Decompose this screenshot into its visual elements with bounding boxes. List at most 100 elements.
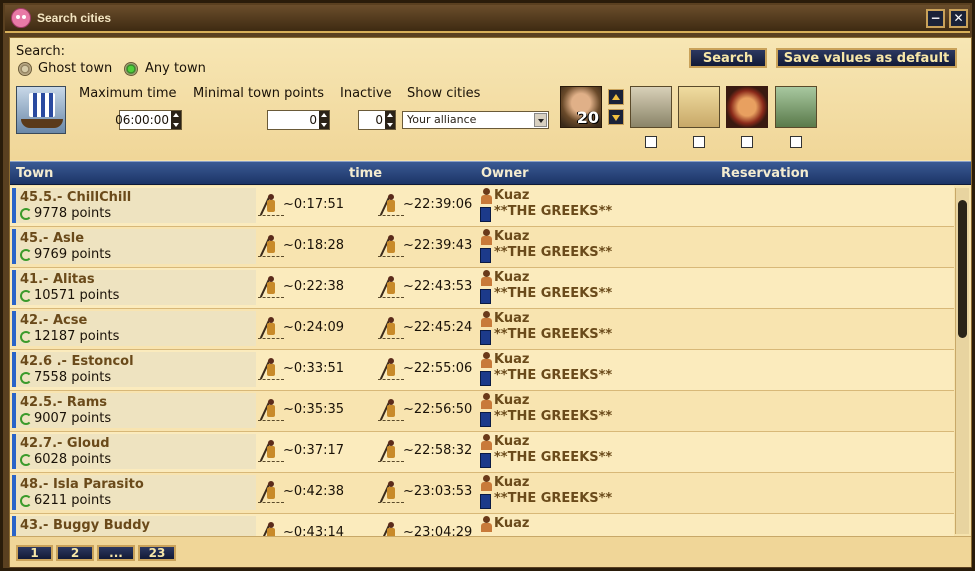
minimize-button[interactable]: − xyxy=(926,9,945,28)
search-cities-window: Search cities − ✕ Search: Ghost town Any… xyxy=(0,0,975,571)
town-cell[interactable]: 41.- Alitas 10571 points xyxy=(12,270,256,305)
col-reservation[interactable]: Reservation xyxy=(721,166,809,181)
slinger-unit-icon xyxy=(258,481,284,503)
search-button[interactable]: Search xyxy=(689,48,767,68)
show-cities-label: Show cities xyxy=(407,86,481,101)
town-name-link[interactable]: 43.- Buggy Buddy xyxy=(20,518,150,533)
max-time-stepper[interactable] xyxy=(171,111,181,129)
town-name-link[interactable]: 42.- Acse xyxy=(20,313,87,328)
town-name-link[interactable]: 48.- Isla Parasito xyxy=(20,477,144,492)
table-row[interactable]: 42.- Acse 12187 points ~0:24:09 ~22:45:24 Ku… xyxy=(10,309,954,350)
scroll-thumb[interactable] xyxy=(958,200,967,338)
waterfall-filter-checkbox[interactable] xyxy=(645,136,657,148)
waterfall-filter-icon[interactable] xyxy=(630,86,672,128)
min-points-stepper[interactable] xyxy=(319,111,329,129)
tower-filter-checkbox[interactable] xyxy=(790,136,802,148)
slinger-unit-icon xyxy=(258,235,284,257)
town-cell[interactable]: 42.5.- Rams 9007 points xyxy=(12,393,256,428)
show-cities-select[interactable]: Your alliance xyxy=(402,111,549,129)
table-row[interactable]: 45.5.- ChillChill 9778 points ~0:17:51 ~22:… xyxy=(10,186,954,227)
town-cell[interactable]: 45.- Asle 9769 points xyxy=(12,229,256,264)
fist-filter-checkbox[interactable] xyxy=(741,136,753,148)
table-row[interactable]: 42.7.- Gloud 6028 points ~0:37:17 ~22:58:32… xyxy=(10,432,954,473)
scrollbar[interactable] xyxy=(955,188,969,534)
col-town[interactable]: Town xyxy=(16,166,53,181)
town-name-link[interactable]: 42.6 .- Estoncol xyxy=(20,354,134,369)
radio-any-town-label: Any town xyxy=(145,61,206,76)
table-row[interactable]: 42.6 .- Estoncol 7558 points ~0:33:51 ~22:5… xyxy=(10,350,954,391)
radio-any-town[interactable] xyxy=(124,62,138,76)
page-last-button[interactable]: 23 xyxy=(138,545,176,561)
page-ellipsis-button[interactable]: ... xyxy=(97,545,135,561)
owner-name-link[interactable]: Kuaz xyxy=(494,188,529,203)
town-points: 10571 points xyxy=(34,288,120,303)
page-2-button[interactable]: 2 xyxy=(56,545,94,561)
radio-ghost-town-label: Ghost town xyxy=(38,61,113,76)
titlebar[interactable]: Search cities − ✕ xyxy=(5,5,970,33)
town-name-link[interactable]: 41.- Alitas xyxy=(20,272,95,287)
alliance-name-link[interactable]: **THE GREEKS** xyxy=(494,491,612,506)
tower-filter-icon[interactable] xyxy=(775,86,817,128)
travel-time: ~0:22:38 xyxy=(283,279,345,294)
table-row[interactable]: 48.- Isla Parasito 6211 points ~0:42:38 ~23… xyxy=(10,473,954,514)
alliance-name-link[interactable]: **THE GREEKS** xyxy=(494,245,612,260)
fist-filter-icon[interactable] xyxy=(726,86,768,128)
town-cell[interactable]: 43.- Buggy Buddy xyxy=(12,516,256,536)
town-cell[interactable]: 45.5.- ChillChill 9778 points xyxy=(12,188,256,223)
alliance-name-link[interactable]: **THE GREEKS** xyxy=(494,450,612,465)
owner-name-link[interactable]: Kuaz xyxy=(494,270,529,285)
alliance-name-link[interactable]: **THE GREEKS** xyxy=(494,286,612,301)
owner-name-link[interactable]: Kuaz xyxy=(494,311,529,326)
inactive-stepper[interactable] xyxy=(385,111,395,129)
town-name-link[interactable]: 45.- Asle xyxy=(20,231,84,246)
travel-time: ~0:17:51 xyxy=(283,197,345,212)
alliance-name-link[interactable]: **THE GREEKS** xyxy=(494,409,612,424)
scroll-filter-checkbox[interactable] xyxy=(693,136,705,148)
chevron-down-icon[interactable] xyxy=(534,113,547,127)
owner-name-link[interactable]: Kuaz xyxy=(494,393,529,408)
alliance-name-link[interactable]: **THE GREEKS** xyxy=(494,327,612,342)
owner-name-link[interactable]: Kuaz xyxy=(494,229,529,244)
arrival-time: ~22:39:06 xyxy=(403,197,473,212)
alliance-flag-icon xyxy=(480,330,491,345)
town-cell[interactable]: 48.- Isla Parasito 6211 points xyxy=(12,475,256,510)
points-icon xyxy=(20,372,32,384)
col-owner[interactable]: Owner xyxy=(481,166,529,181)
owner-name-link[interactable]: Kuaz xyxy=(494,516,529,531)
town-points: 6211 points xyxy=(34,493,112,508)
close-button[interactable]: ✕ xyxy=(949,9,968,28)
radio-ghost-town[interactable] xyxy=(18,62,32,76)
slinger-unit-icon xyxy=(258,194,284,216)
town-name-link[interactable]: 42.5.- Rams xyxy=(20,395,107,410)
max-time-input[interactable]: 06:00:00 xyxy=(115,110,182,130)
table-row[interactable]: 41.- Alitas 10571 points ~0:22:38 ~22:43:53… xyxy=(10,268,954,309)
save-default-button[interactable]: Save values as default xyxy=(776,48,957,68)
table-row[interactable]: 45.- Asle 9769 points ~0:18:28 ~22:39:43 Kua… xyxy=(10,227,954,268)
alliance-name-link[interactable]: **THE GREEKS** xyxy=(494,368,612,383)
min-points-input[interactable]: 0 xyxy=(267,110,330,130)
col-time[interactable]: time xyxy=(349,166,382,181)
town-name-link[interactable]: 42.7.- Gloud xyxy=(20,436,110,451)
page-1-button[interactable]: 1 xyxy=(16,545,53,561)
alliance-name-link[interactable]: **THE GREEKS** xyxy=(494,204,612,219)
scroll-filter-icon[interactable] xyxy=(678,86,720,128)
town-cell[interactable]: 42.7.- Gloud 6028 points xyxy=(12,434,256,469)
alliance-flag-icon xyxy=(480,494,491,509)
town-cell[interactable]: 42.6 .- Estoncol 7558 points xyxy=(12,352,256,387)
town-name-link[interactable]: 45.5.- ChillChill xyxy=(20,190,131,205)
content-panel: Search: Ghost town Any town Maximum time… xyxy=(9,37,972,567)
owner-name-link[interactable]: Kuaz xyxy=(494,352,529,367)
owner-name-link[interactable]: Kuaz xyxy=(494,434,529,449)
inactive-input[interactable]: 0 xyxy=(358,110,396,130)
arrival-time: ~22:58:32 xyxy=(403,443,473,458)
table-row[interactable]: 42.5.- Rams 9007 points ~0:35:35 ~22:56:50 K… xyxy=(10,391,954,432)
unit-up-button[interactable] xyxy=(608,89,624,105)
unit-portrait-icon[interactable]: 20 xyxy=(560,86,602,128)
arrival-time: ~23:03:53 xyxy=(403,484,473,499)
arrival-time: ~22:56:50 xyxy=(403,402,473,417)
unit-down-button[interactable] xyxy=(608,109,624,125)
owner-name-link[interactable]: Kuaz xyxy=(494,475,529,490)
search-label: Search: xyxy=(16,44,66,59)
town-cell[interactable]: 42.- Acse 12187 points xyxy=(12,311,256,346)
table-row[interactable]: 43.- Buggy Buddy ~0:43:14 ~23:04:29 Kuaz xyxy=(10,514,954,536)
